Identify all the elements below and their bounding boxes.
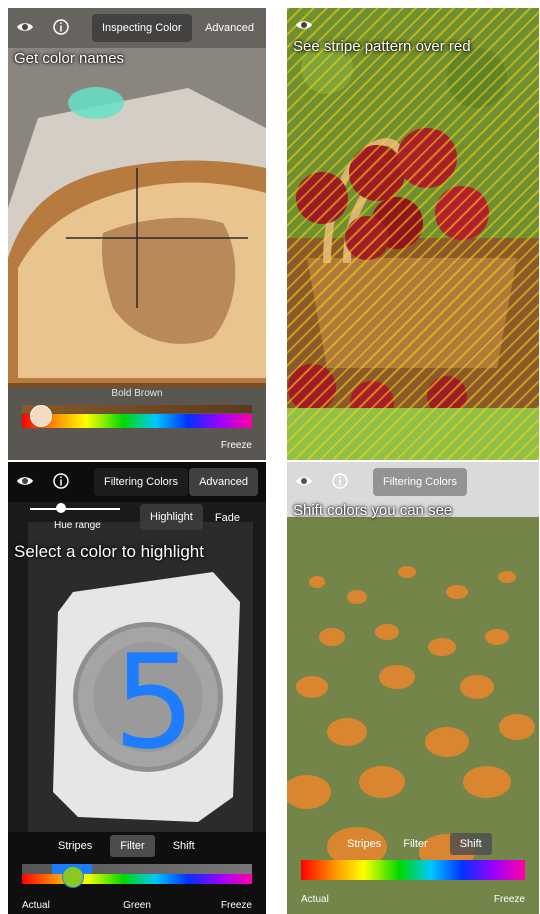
hue-slider[interactable] <box>301 870 525 880</box>
eye-icon[interactable] <box>295 472 313 490</box>
eye-icon[interactable] <box>16 18 34 36</box>
tab-filter[interactable]: Filter <box>403 838 427 850</box>
eye-icon[interactable] <box>16 472 34 490</box>
hue-slider-thumb[interactable] <box>62 866 84 888</box>
hue-range-label: Hue range <box>54 520 101 531</box>
freeze-button[interactable]: Freeze <box>494 894 525 905</box>
hue-range-slider[interactable] <box>30 508 120 510</box>
hue-range-thumb[interactable] <box>56 503 66 513</box>
panel-stripes: See stripe pattern over red <box>287 8 539 460</box>
mode-button[interactable]: Filtering Colors <box>373 468 467 496</box>
panel-color-names: Inspecting Color Advanced Get color name… <box>8 8 266 460</box>
tab-shift[interactable]: Shift <box>173 840 195 852</box>
fade-button[interactable]: Fade <box>215 504 240 532</box>
info-icon[interactable] <box>52 472 70 490</box>
panel-headline: See stripe pattern over red <box>293 38 471 55</box>
panel-headline: Get color names <box>14 50 125 67</box>
tab-stripes[interactable]: Stripes <box>347 838 381 850</box>
panel-headline: Shift colors you can see <box>293 502 453 519</box>
hue-slider[interactable] <box>22 414 252 428</box>
freeze-button[interactable]: Freeze <box>221 900 252 911</box>
hue-slider[interactable] <box>22 874 252 884</box>
color-name-label: Bold Brown <box>111 388 163 399</box>
mode-tabs: Stripes Filter Shift <box>347 832 492 856</box>
svg-text:5: 5 <box>113 626 196 778</box>
advanced-button[interactable]: Advanced <box>189 468 258 496</box>
tab-filter[interactable]: Filter <box>110 835 155 857</box>
mode-button[interactable]: Filtering Colors <box>94 468 188 496</box>
color-preview-bar <box>22 405 252 413</box>
mode-button[interactable]: Inspecting Color <box>92 14 192 42</box>
actual-label[interactable]: Actual <box>301 894 329 905</box>
panel-headline: Select a color to highlight <box>14 542 204 561</box>
freeze-button[interactable]: Freeze <box>221 440 252 451</box>
mode-tabs: Stripes Filter Shift <box>58 834 195 858</box>
tab-stripes[interactable]: Stripes <box>58 840 92 852</box>
panel-filter: 5 Filtering Colors Advanced Hue range Hi… <box>8 462 266 914</box>
eye-icon[interactable] <box>295 16 313 34</box>
highlight-button[interactable]: Highlight <box>140 504 203 530</box>
tab-shift[interactable]: Shift <box>449 833 492 855</box>
info-icon[interactable] <box>331 472 349 490</box>
shifted-hue-bar <box>301 860 525 870</box>
info-icon[interactable] <box>52 18 70 36</box>
stripe-pattern-overlay <box>287 8 539 460</box>
hue-slider-thumb[interactable] <box>30 405 52 427</box>
panel-shift: Filtering Colors Shift colors you can se… <box>287 462 539 914</box>
advanced-button[interactable]: Advanced <box>205 14 254 42</box>
